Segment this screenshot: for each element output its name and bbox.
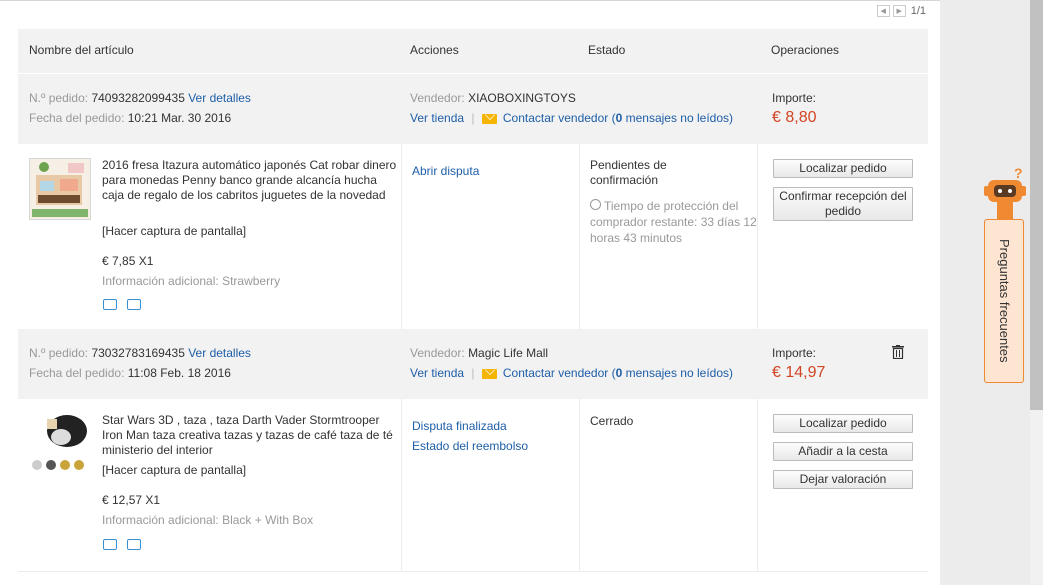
header-item-name: Nombre del artículo: [29, 43, 134, 57]
order-header: N.º pedido: 73032783169435 Ver detalles …: [18, 329, 928, 399]
scrollbar-thumb[interactable]: [1030, 0, 1043, 410]
header-actions: Acciones: [410, 43, 459, 57]
product-title[interactable]: 2016 fresa Itazura automático japonés Ca…: [102, 158, 398, 203]
unread-text: mensajes no leídos): [622, 366, 734, 380]
dispute-finished-link[interactable]: Disputa finalizada: [412, 419, 507, 433]
confirm-receipt-button[interactable]: Confirmar recepción del pedido: [773, 187, 913, 221]
seller-line: Vendedor: Magic Life Mall: [410, 346, 548, 360]
order-date: 10:21 Mar. 30 2016: [127, 111, 232, 125]
contact-seller-text: Contactar vendedor (: [502, 366, 616, 380]
seller-links: Ver tienda | Contactar vendedor (0 mensa…: [410, 366, 733, 380]
add-to-cart-button[interactable]: Añadir a la cesta: [773, 442, 913, 461]
shipping-icon[interactable]: [103, 539, 117, 550]
seller-line: Vendedor: XIAOBOXINGTOYS: [410, 91, 576, 105]
return-icon[interactable]: [127, 539, 141, 550]
order-date-label: Fecha del pedido:: [29, 111, 125, 125]
contact-seller-text: Contactar vendedor (: [502, 111, 616, 125]
view-details-link[interactable]: Ver detalles: [188, 91, 251, 105]
shipping-icon[interactable]: [103, 299, 117, 310]
order-number-line: N.º pedido: 73032783169435 Ver detalles: [29, 346, 251, 360]
protection-timer-text: Tiempo de protección del comprador resta…: [590, 199, 757, 245]
trash-icon[interactable]: [892, 345, 904, 359]
link-separator: |: [471, 366, 475, 380]
view-store-link[interactable]: Ver tienda: [410, 111, 464, 125]
seller-name: Magic Life Mall: [468, 346, 549, 360]
faq-label: Preguntas frecuentes: [997, 239, 1012, 363]
contact-seller-link[interactable]: Contactar vendedor (0 mensajes no leídos…: [503, 111, 733, 125]
view-store-link[interactable]: Ver tienda: [410, 366, 464, 380]
help-robot-icon[interactable]: ?: [984, 164, 1028, 220]
order-status: Pendientes de confirmación: [590, 158, 667, 187]
header-status: Estado: [588, 43, 626, 57]
price-quantity: € 12,57 X1: [102, 493, 161, 507]
product-image[interactable]: [29, 413, 89, 473]
page-indicator: 1/1: [910, 5, 926, 17]
order-status: Cerrado: [590, 414, 634, 428]
view-details-link[interactable]: Ver detalles: [188, 346, 251, 360]
open-dispute-link[interactable]: Abrir disputa: [412, 164, 479, 178]
order-amount: € 8,80: [772, 109, 817, 126]
amount-label: Importe:: [772, 91, 817, 105]
amount-label: Importe:: [772, 346, 817, 360]
extra-info: Información adicional: Strawberry: [102, 274, 281, 288]
seller-name: XIAOBOXINGTOYS: [468, 91, 576, 105]
contact-seller-link[interactable]: Contactar vendedor (0 mensajes no leídos…: [503, 366, 733, 380]
header-operations: Operaciones: [771, 43, 840, 57]
seller-links: Ver tienda | Contactar vendedor (0 mensa…: [410, 111, 733, 125]
pager: ◀ ▶ 1/1: [876, 5, 926, 17]
leave-feedback-button[interactable]: Dejar valoración: [773, 470, 913, 489]
unread-text: mensajes no leídos): [622, 111, 734, 125]
order-date-line: Fecha del pedido: 11:08 Feb. 18 2016: [29, 366, 231, 380]
locate-order-button[interactable]: Localizar pedido: [773, 414, 913, 433]
order-body: 2016 fresa Itazura automático japonés Ca…: [18, 144, 928, 329]
order-date-line: Fecha del pedido: 10:21 Mar. 30 2016: [29, 111, 231, 125]
product-title[interactable]: Star Wars 3D , taza , taza Darth Vader S…: [102, 413, 398, 458]
mail-icon: [481, 368, 497, 379]
screenshot-link[interactable]: [Hacer captura de pantalla]: [102, 463, 246, 477]
seller-label: Vendedor:: [410, 91, 465, 105]
seller-label: Vendedor:: [410, 346, 465, 360]
mail-icon: [481, 113, 497, 124]
svg-text:?: ?: [1014, 165, 1023, 181]
order-date-label: Fecha del pedido:: [29, 366, 125, 380]
locate-order-button[interactable]: Localizar pedido: [773, 159, 913, 178]
order-amount: € 14,97: [772, 364, 826, 381]
order-number: 73032783169435: [91, 346, 185, 360]
product-image[interactable]: [29, 158, 91, 220]
next-page-button[interactable]: ▶: [892, 5, 906, 17]
order-number-line: N.º pedido: 74093282099435 Ver detalles: [29, 91, 251, 105]
orders-panel: ◀ ▶ 1/1 Nombre del artículo Acciones Est…: [0, 0, 940, 585]
order-body: Star Wars 3D , taza , taza Darth Vader S…: [18, 399, 928, 571]
faq-button[interactable]: Preguntas frecuentes: [984, 219, 1024, 383]
prev-page-button[interactable]: ◀: [876, 5, 890, 17]
protection-timer: Tiempo de protección del comprador resta…: [590, 198, 762, 246]
screenshot-link[interactable]: [Hacer captura de pantalla]: [102, 224, 246, 238]
link-separator: |: [471, 111, 475, 125]
refund-status-link[interactable]: Estado del reembolso: [412, 439, 528, 453]
order-date: 11:08 Feb. 18 2016: [127, 366, 231, 380]
price-quantity: € 7,85 X1: [102, 254, 154, 268]
order-number: 74093282099435: [91, 91, 185, 105]
order-number-label: N.º pedido:: [29, 91, 89, 105]
clock-icon: [590, 199, 601, 210]
table-header: Nombre del artículo Acciones Estado Oper…: [18, 29, 928, 73]
order-header: N.º pedido: 74093282099435 Ver detalles …: [18, 74, 928, 144]
extra-info: Información adicional: Black + With Box: [102, 513, 314, 527]
return-icon[interactable]: [127, 299, 141, 310]
order-number-label: N.º pedido:: [29, 346, 89, 360]
